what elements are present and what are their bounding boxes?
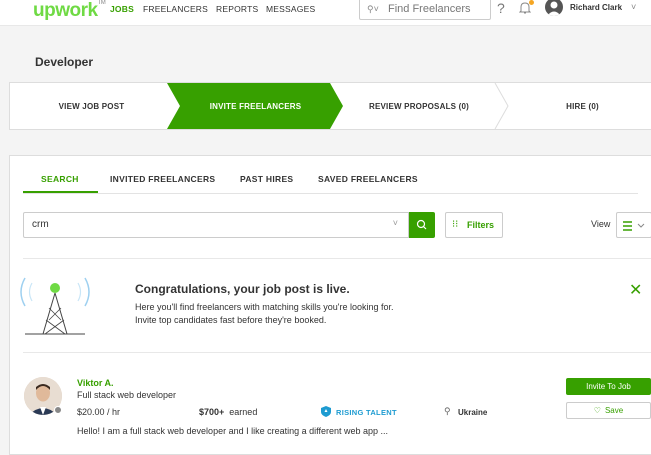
list-view-icon bbox=[623, 221, 645, 231]
top-navigation-bar: upworkTM JOBS FREELANCERS REPORTS MESSAG… bbox=[0, 0, 651, 26]
tab-past-hires[interactable]: PAST HIRES bbox=[240, 174, 293, 184]
heart-icon: ♡ bbox=[593, 406, 601, 415]
freelancer-title: Full stack web developer bbox=[77, 390, 177, 400]
invite-to-job-button[interactable]: Invite To Job bbox=[566, 378, 651, 395]
tabs-divider bbox=[23, 193, 638, 194]
view-label: View bbox=[591, 219, 611, 229]
upwork-logo[interactable]: upworkTM bbox=[33, 0, 106, 22]
save-button[interactable]: ♡ Save bbox=[566, 402, 651, 419]
chevron-down-icon[interactable]: ˅ bbox=[393, 218, 398, 228]
status-indicator bbox=[54, 406, 62, 414]
notification-dot bbox=[529, 0, 534, 5]
job-steps-bar: VIEW JOB POST INVITE FREELANCERS REVIEW … bbox=[9, 82, 651, 130]
banner-line-1: Here you'll find freelancers with matchi… bbox=[135, 302, 394, 312]
freelancer-location: Ukraine bbox=[458, 408, 488, 417]
header-search-placeholder: Find Freelancers bbox=[388, 3, 471, 15]
close-icon[interactable]: ✕ bbox=[629, 280, 642, 300]
user-name[interactable]: Richard Clark bbox=[570, 3, 622, 12]
filter-sliders-icon: ⁝⁝ bbox=[452, 219, 459, 230]
nav-jobs[interactable]: JOBS bbox=[110, 4, 134, 14]
tab-search[interactable]: SEARCH bbox=[41, 174, 79, 184]
save-label: Save bbox=[604, 406, 624, 415]
active-tab-indicator bbox=[23, 191, 98, 193]
page-title: Developer bbox=[35, 55, 94, 69]
help-icon[interactable]: ? bbox=[497, 0, 505, 16]
nav-messages[interactable]: MESSAGES bbox=[266, 4, 315, 14]
freelancer-description: Hello! I am a full stack web developer a… bbox=[77, 426, 389, 436]
divider bbox=[23, 352, 651, 353]
filters-label: Filters bbox=[467, 220, 495, 230]
header-search-input[interactable]: ⚲˅ Find Freelancers bbox=[359, 0, 491, 20]
search-icon: ⚲˅ bbox=[367, 4, 379, 14]
rising-talent-badge: RISING TALENT bbox=[336, 408, 397, 417]
tab-saved-freelancers[interactable]: SAVED FREELANCERS bbox=[318, 174, 418, 184]
freelancer-search-input[interactable]: crm ˅ bbox=[23, 212, 409, 238]
location-pin-icon: ⚲ bbox=[444, 406, 451, 416]
freelancer-rate: $20.00 / hr bbox=[77, 407, 121, 417]
rising-talent-icon bbox=[321, 406, 331, 417]
step-review-proposals[interactable]: REVIEW PROPOSALS (0) bbox=[338, 83, 500, 129]
filters-button[interactable]: ⁝⁝ Filters bbox=[445, 212, 503, 238]
search-button[interactable] bbox=[409, 212, 435, 238]
step-hire[interactable]: HIRE (0) bbox=[500, 83, 651, 129]
banner-line-2: Invite top candidates fast before they'r… bbox=[135, 315, 327, 325]
view-toggle[interactable] bbox=[616, 212, 651, 238]
freelancer-name[interactable]: Viktor A. bbox=[77, 378, 114, 388]
nav-freelancers[interactable]: FREELANCERS bbox=[143, 4, 208, 14]
chevron-down-icon[interactable]: ˅ bbox=[631, 2, 636, 12]
user-avatar[interactable] bbox=[545, 0, 563, 16]
nav-reports[interactable]: REPORTS bbox=[216, 4, 258, 14]
step-invite-freelancers[interactable]: INVITE FREELANCERS bbox=[173, 83, 338, 129]
banner-title: Congratulations, your job post is live. bbox=[135, 282, 350, 296]
search-icon bbox=[416, 219, 427, 230]
broadcast-tower-icon bbox=[20, 277, 90, 335]
freelancer-earned: $700+ earned bbox=[199, 407, 258, 417]
search-value: crm bbox=[32, 219, 49, 230]
step-view-job-post[interactable]: VIEW JOB POST bbox=[10, 83, 173, 129]
divider bbox=[23, 258, 651, 259]
tab-invited-freelancers[interactable]: INVITED FREELANCERS bbox=[110, 174, 215, 184]
